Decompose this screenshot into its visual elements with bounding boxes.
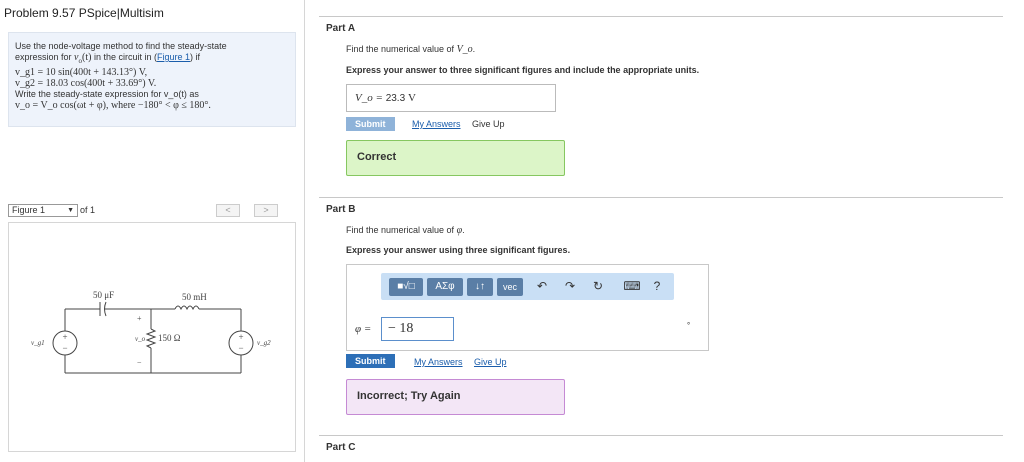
part-b-feedback-incorrect: Incorrect; Try Again <box>346 379 565 415</box>
problem-vg1: v_g1 = 10 sin(400t + 143.13°) V, <box>15 66 148 78</box>
vg2-label: v_g2 <box>257 339 271 347</box>
part-a-answer: V_o = 23.3 V <box>346 84 556 112</box>
vg1-label: v_g1 <box>31 339 45 347</box>
part-b-give-up-link[interactable]: Give Up <box>474 357 507 367</box>
part-b-math-editor: ■√□ ΑΣφ ↓↑ vec ↶ ↷ ↻ ⌨ ? φ = − 18 ° <box>346 264 709 351</box>
undo-icon[interactable]: ↶ <box>533 277 551 295</box>
part-b-divider <box>319 197 1003 198</box>
figure-prev-button[interactable]: < <box>216 204 240 217</box>
part-c-label: Part C <box>326 442 356 453</box>
part-a-instruction: Express your answer to three significant… <box>346 65 700 75</box>
templates-button[interactable]: ■√□ <box>389 278 423 296</box>
part-b-my-answers-link[interactable]: My Answers <box>414 357 463 367</box>
problem-line-5: Write the steady-state expression for v_… <box>15 88 199 99</box>
part-a-give-up: Give Up <box>472 119 505 129</box>
help-icon[interactable]: ? <box>649 277 665 295</box>
part-b-prompt: Find the numerical value of φ. <box>346 225 465 236</box>
svg-text:+: + <box>62 332 67 342</box>
problem-line-2: expression for vo(t) in the circuit in (… <box>15 52 200 65</box>
keyboard-icon[interactable]: ⌨ <box>621 277 643 295</box>
phi-answer-input[interactable]: − 18 <box>381 317 454 341</box>
svg-text:+: + <box>137 314 142 323</box>
problem-title: Problem 9.57 PSpice|Multisim <box>4 6 164 20</box>
figure-select[interactable]: Figure 1 ▼ <box>8 204 78 217</box>
math-toolbar: ■√□ ΑΣφ ↓↑ vec ↶ ↷ ↻ ⌨ ? <box>381 273 674 300</box>
dropdown-arrow-icon: ▼ <box>67 207 74 214</box>
cap-label: 50 μF <box>93 290 114 300</box>
vo-label: v_o <box>135 335 146 343</box>
ind-label: 50 mH <box>182 292 207 302</box>
arrows-button[interactable]: ↓↑ <box>467 278 493 296</box>
resistor <box>145 328 157 349</box>
part-b-instruction: Express your answer using three signific… <box>346 245 571 255</box>
problem-statement: Use the node-voltage method to find the … <box>8 32 296 127</box>
svg-text:+: + <box>238 332 243 342</box>
svg-text:−: − <box>238 343 243 353</box>
part-b-label: Part B <box>326 204 356 215</box>
part-c-divider <box>319 435 1003 436</box>
part-a-submit-button[interactable]: Submit <box>346 117 395 131</box>
degree-unit: ° <box>687 321 691 330</box>
svg-text:−: − <box>62 343 67 353</box>
part-b-submit-button[interactable]: Submit <box>346 354 395 368</box>
part-a-my-answers-link[interactable]: My Answers <box>412 119 461 129</box>
greek-symbols-button[interactable]: ΑΣφ <box>427 278 463 296</box>
reset-icon[interactable]: ↻ <box>589 277 607 295</box>
figure-count: of 1 <box>80 205 96 215</box>
figure-toolbar: Figure 1 ▼ of 1 < > <box>8 204 296 218</box>
res-label: 150 Ω <box>158 333 181 343</box>
inductor <box>174 305 200 311</box>
circuit-diagram: + − + − 50 μF 50 mH 150 Ω v_g1 v_g2 v_o … <box>31 290 271 374</box>
part-a-prompt: Find the numerical value of V_o. <box>346 44 476 55</box>
part-a-divider <box>319 16 1003 17</box>
phi-label: φ = <box>355 323 372 335</box>
problem-vg2: v_g2 = 18.03 cos(400t + 33.69°) V. <box>15 77 157 89</box>
svg-text:−: − <box>137 358 142 367</box>
problem-panel: Problem 9.57 PSpice|Multisim Use the nod… <box>0 0 305 462</box>
figure-next-button[interactable]: > <box>254 204 278 217</box>
figure-link[interactable]: Figure 1 <box>157 52 190 62</box>
redo-icon[interactable]: ↷ <box>561 277 579 295</box>
part-a-feedback-correct: Correct <box>346 140 565 176</box>
problem-line-6: v_o = V_o cos(ωt + φ), where −180° < φ ≤… <box>15 99 211 111</box>
figure-viewer: + − + − 50 μF 50 mH 150 Ω v_g1 v_g2 v_o … <box>8 222 296 452</box>
problem-line-1: Use the node-voltage method to find the … <box>15 41 227 51</box>
part-a-label: Part A <box>326 23 356 34</box>
vector-button[interactable]: vec <box>497 278 523 296</box>
